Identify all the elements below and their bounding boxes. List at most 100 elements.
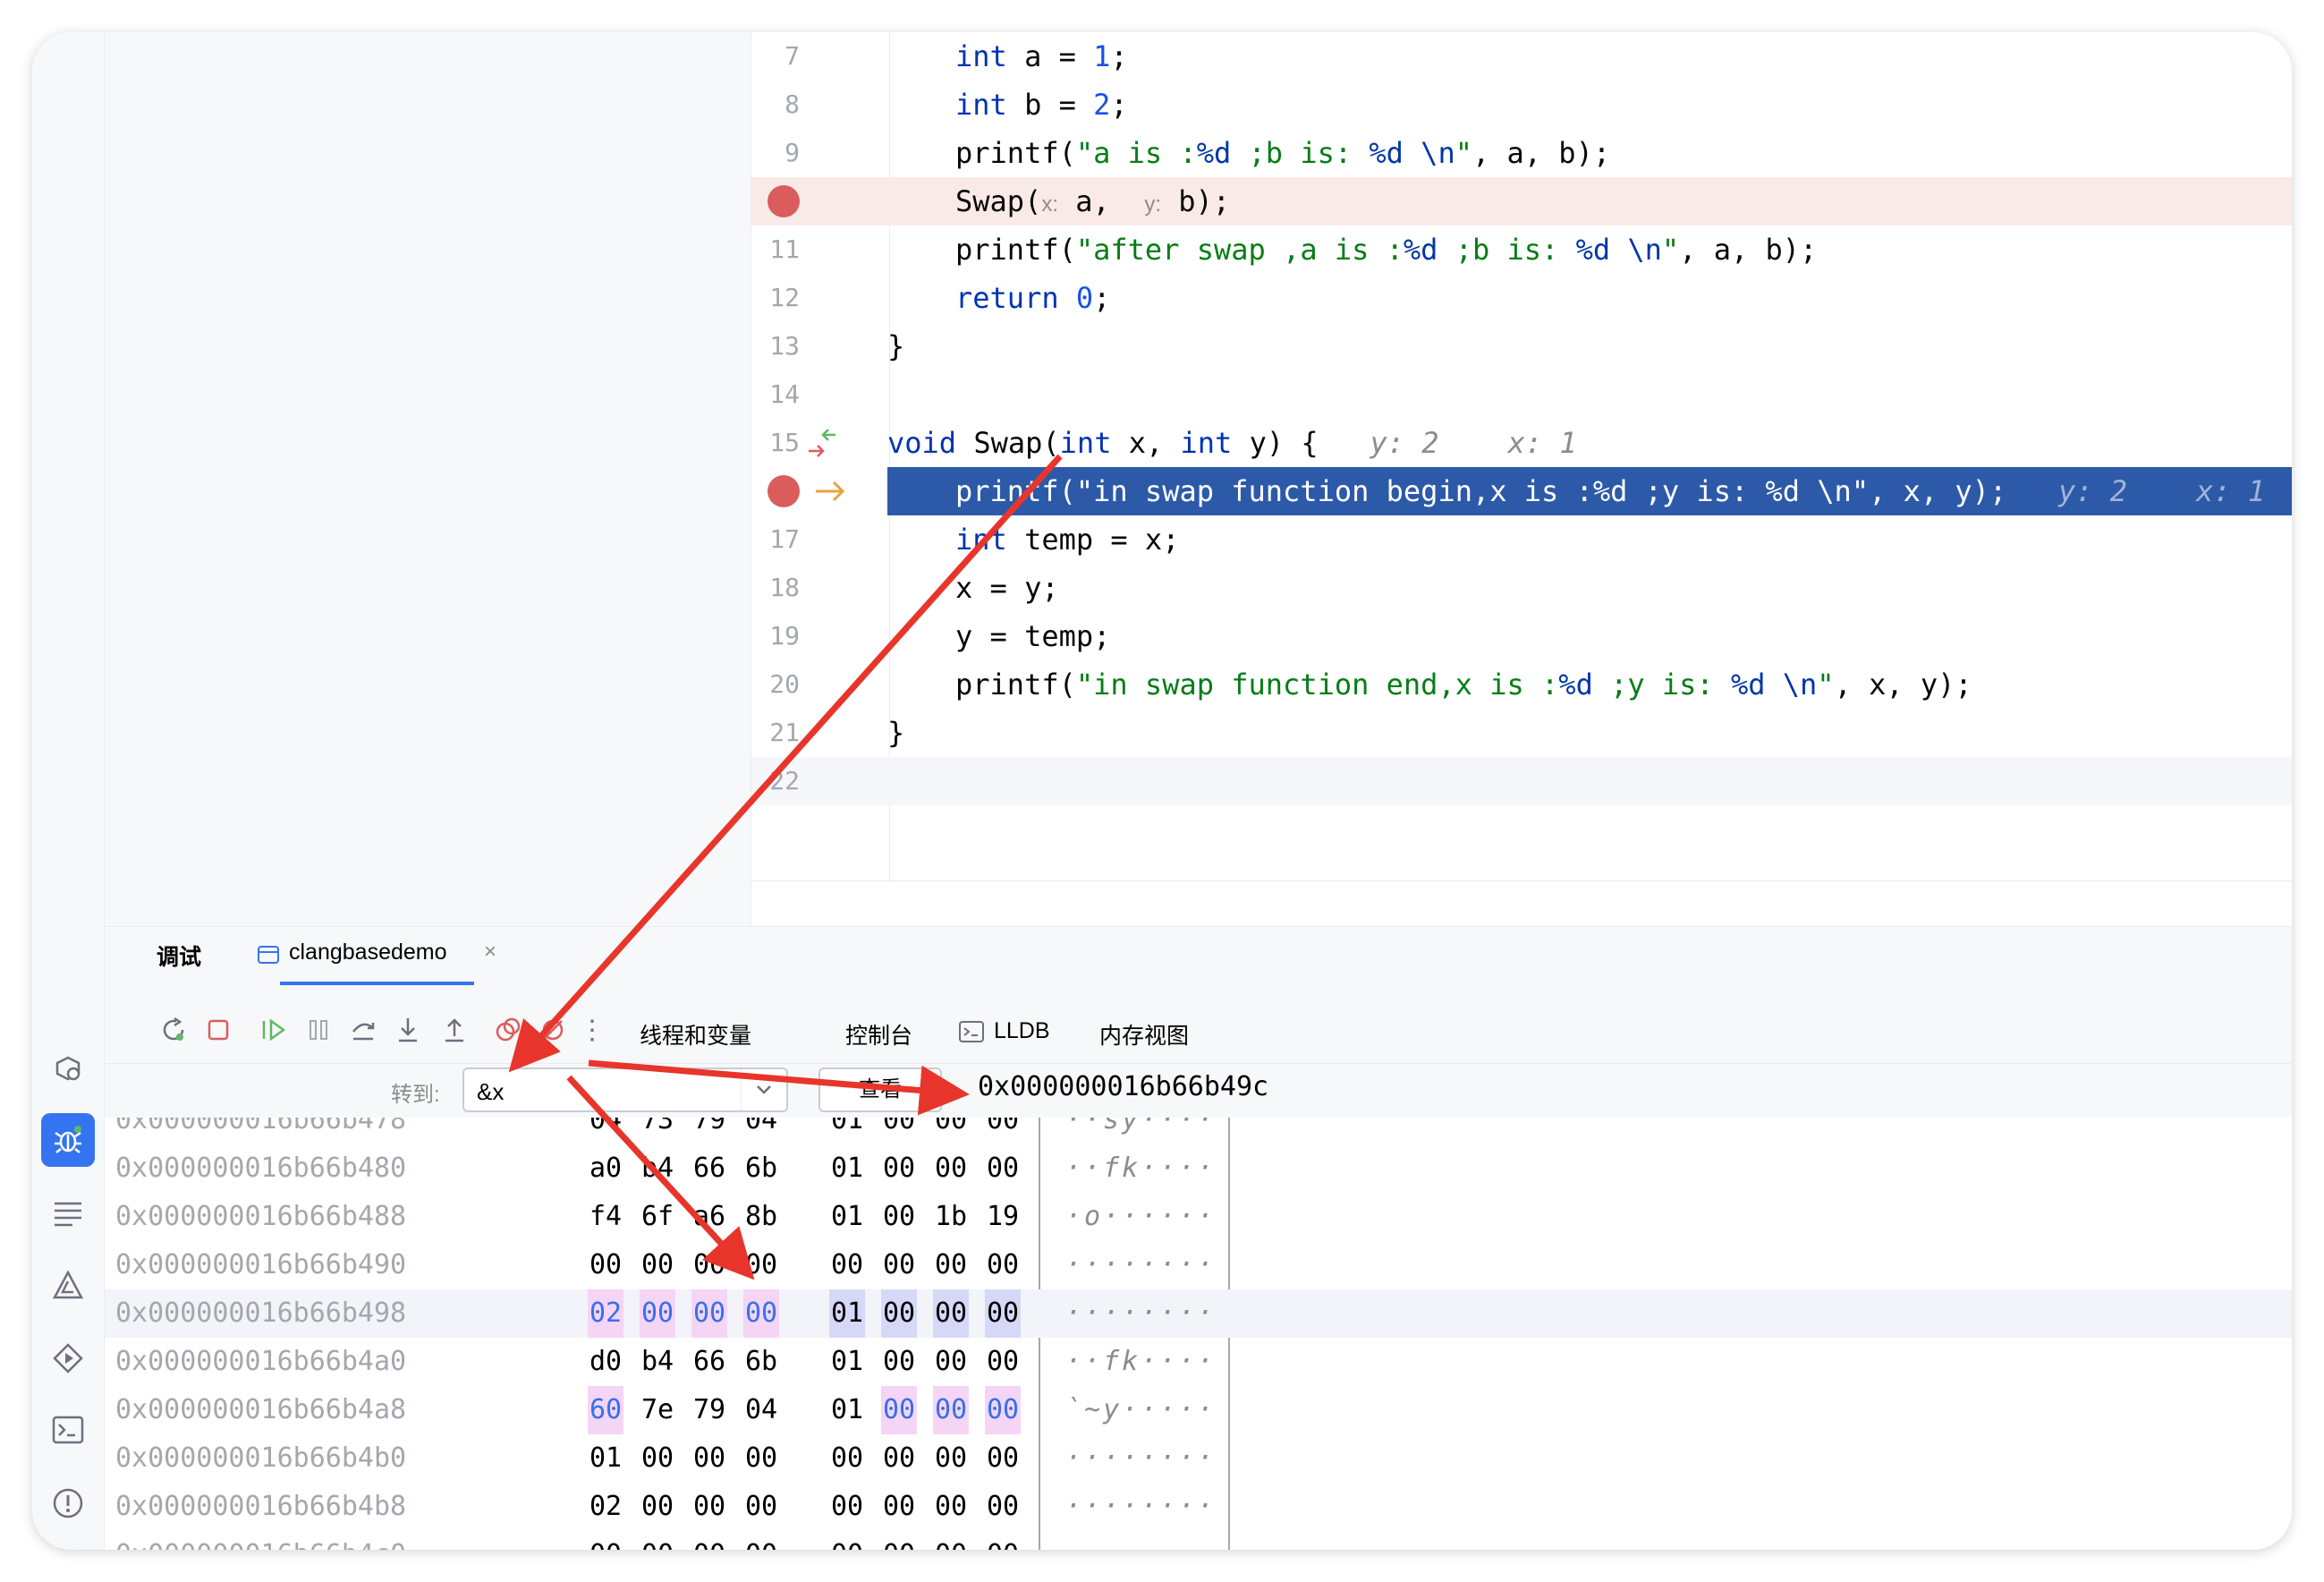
- memory-byte[interactable]: 00: [933, 1483, 969, 1531]
- memory-byte[interactable]: 00: [743, 1483, 779, 1531]
- tab-lldb[interactable]: LLDB: [994, 1018, 1050, 1044]
- view-breakpoints-icon[interactable]: [493, 1015, 523, 1045]
- memory-byte[interactable]: 00: [691, 1531, 727, 1550]
- memory-byte[interactable]: 60: [588, 1386, 623, 1434]
- memory-byte[interactable]: 04: [743, 1118, 779, 1144]
- memory-byte[interactable]: 00: [588, 1531, 623, 1550]
- memory-byte[interactable]: 00: [881, 1118, 917, 1144]
- memory-byte[interactable]: 00: [881, 1193, 917, 1241]
- close-icon[interactable]: ×: [484, 940, 496, 965]
- memory-byte[interactable]: 00: [881, 1241, 917, 1289]
- memory-byte[interactable]: d0: [588, 1338, 623, 1386]
- memory-byte[interactable]: 00: [691, 1289, 727, 1338]
- memory-byte[interactable]: 79: [691, 1386, 727, 1434]
- stop-icon[interactable]: [203, 1015, 233, 1045]
- resume-icon[interactable]: [259, 1015, 289, 1045]
- build-icon[interactable]: [41, 1258, 95, 1312]
- memory-row[interactable]: 0x000000016b66b4b8 02 00 00 00 00 00 00 00 ······…: [105, 1483, 2292, 1531]
- memory-byte[interactable]: 01: [829, 1338, 865, 1386]
- memory-byte[interactable]: 00: [743, 1434, 779, 1483]
- memory-row[interactable]: 0x000000016b66b4a0 d0 b4 66 6b 01 00 00 00 ··fk··…: [105, 1338, 2292, 1386]
- mute-breakpoints-icon[interactable]: [538, 1015, 568, 1045]
- memory-byte[interactable]: 00: [985, 1386, 1021, 1434]
- memory-row[interactable]: 0x000000016b66b478 04 73 79 04 01 00 00 00 ··sy··…: [105, 1118, 2292, 1144]
- chevron-down-icon[interactable]: [741, 1069, 786, 1110]
- memory-byte[interactable]: 00: [985, 1289, 1021, 1338]
- breakpoint-icon[interactable]: [768, 475, 800, 507]
- breakpoint-icon[interactable]: [768, 185, 800, 217]
- memory-row[interactable]: 0x000000016b66b4a8 60 7e 79 04 01 00 00 00 `~y···…: [105, 1386, 2292, 1434]
- memory-byte[interactable]: 04: [743, 1386, 779, 1434]
- memory-byte[interactable]: 00: [881, 1434, 917, 1483]
- memory-byte[interactable]: 00: [640, 1289, 675, 1338]
- memory-byte[interactable]: 00: [985, 1434, 1021, 1483]
- memory-byte[interactable]: 01: [829, 1144, 865, 1193]
- memory-byte[interactable]: 00: [881, 1338, 917, 1386]
- step-into-icon[interactable]: [393, 1015, 423, 1045]
- memory-byte[interactable]: 00: [933, 1386, 969, 1434]
- memory-byte[interactable]: 00: [933, 1144, 969, 1193]
- structure-icon[interactable]: [41, 1186, 95, 1240]
- memory-byte[interactable]: f4: [588, 1193, 623, 1241]
- memory-row[interactable]: 0x000000016b66b4b0 01 00 00 00 00 00 00 00 ······…: [105, 1434, 2292, 1483]
- memory-byte[interactable]: 00: [691, 1241, 727, 1289]
- memory-byte[interactable]: 01: [588, 1434, 623, 1483]
- memory-byte[interactable]: 00: [829, 1241, 865, 1289]
- memory-byte[interactable]: 73: [640, 1118, 675, 1144]
- memory-byte[interactable]: 6f: [640, 1193, 675, 1241]
- memory-byte[interactable]: 00: [743, 1241, 779, 1289]
- memory-byte[interactable]: 00: [640, 1241, 675, 1289]
- memory-byte[interactable]: 00: [829, 1483, 865, 1531]
- memory-row[interactable]: 0x000000016b66b498 02 00 00 00 01 00 00 00 ······…: [105, 1289, 2292, 1338]
- memory-byte[interactable]: 01: [829, 1289, 865, 1338]
- memory-byte[interactable]: 6b: [743, 1144, 779, 1193]
- memory-byte[interactable]: 8b: [743, 1193, 779, 1241]
- memory-row[interactable]: 0x000000016b66b4c0 00 00 00 00 00 00 00 00 ······…: [105, 1531, 2292, 1550]
- memory-byte[interactable]: 00: [881, 1531, 917, 1550]
- memory-byte[interactable]: 00: [933, 1531, 969, 1550]
- memory-byte[interactable]: 66: [691, 1144, 727, 1193]
- memory-byte[interactable]: 01: [829, 1193, 865, 1241]
- step-out-icon[interactable]: [439, 1015, 470, 1045]
- view-button[interactable]: 查看: [818, 1067, 942, 1112]
- memory-byte[interactable]: 00: [933, 1118, 969, 1144]
- memory-byte[interactable]: 00: [691, 1434, 727, 1483]
- memory-byte[interactable]: 01: [829, 1118, 865, 1144]
- memory-byte[interactable]: 00: [640, 1531, 675, 1550]
- memory-byte[interactable]: b4: [640, 1144, 675, 1193]
- memory-byte[interactable]: 00: [985, 1241, 1021, 1289]
- memory-byte[interactable]: 7e: [640, 1386, 675, 1434]
- memory-byte[interactable]: 00: [933, 1241, 969, 1289]
- session-tab[interactable]: clangbasedemo: [280, 940, 473, 985]
- terminal-icon[interactable]: [41, 1403, 95, 1457]
- more-icon[interactable]: ⋮: [577, 1015, 607, 1045]
- memory-byte[interactable]: 00: [691, 1483, 727, 1531]
- memory-byte[interactable]: 00: [881, 1144, 917, 1193]
- memory-byte[interactable]: 00: [985, 1118, 1021, 1144]
- memory-byte[interactable]: 00: [985, 1338, 1021, 1386]
- memory-byte[interactable]: 00: [881, 1483, 917, 1531]
- memory-byte[interactable]: a6: [691, 1193, 727, 1241]
- memory-byte[interactable]: 66: [691, 1338, 727, 1386]
- services-icon[interactable]: [41, 1042, 95, 1095]
- memory-byte[interactable]: 00: [933, 1434, 969, 1483]
- memory-byte[interactable]: 00: [743, 1289, 779, 1338]
- rerun-icon[interactable]: [158, 1015, 189, 1045]
- memory-byte[interactable]: 00: [985, 1483, 1021, 1531]
- problems-icon[interactable]: [41, 1476, 95, 1530]
- memory-byte[interactable]: 19: [985, 1193, 1021, 1241]
- memory-byte[interactable]: 6b: [743, 1338, 779, 1386]
- memory-byte[interactable]: a0: [588, 1144, 623, 1193]
- memory-byte[interactable]: 00: [640, 1434, 675, 1483]
- run-icon[interactable]: [41, 1331, 95, 1385]
- memory-byte[interactable]: 00: [829, 1434, 865, 1483]
- step-over-icon[interactable]: [348, 1015, 378, 1045]
- goto-address-input[interactable]: &x: [462, 1067, 788, 1112]
- code-editor[interactable]: 7 int a = 1; 8 int b = 2; 9 printf("a is…: [751, 32, 2292, 926]
- memory-byte[interactable]: 00: [743, 1531, 779, 1550]
- memory-row[interactable]: 0x000000016b66b480 a0 b4 66 6b 01 00 00 00 ··fk··…: [105, 1144, 2292, 1193]
- memory-view[interactable]: 0x000000016b66b478 04 73 79 04 01 00 00 00 ··sy··…: [105, 1118, 2292, 1550]
- memory-byte[interactable]: 00: [640, 1483, 675, 1531]
- memory-row[interactable]: 0x000000016b66b490 00 00 00 00 00 00 00 00 ······…: [105, 1241, 2292, 1289]
- memory-byte[interactable]: b4: [640, 1338, 675, 1386]
